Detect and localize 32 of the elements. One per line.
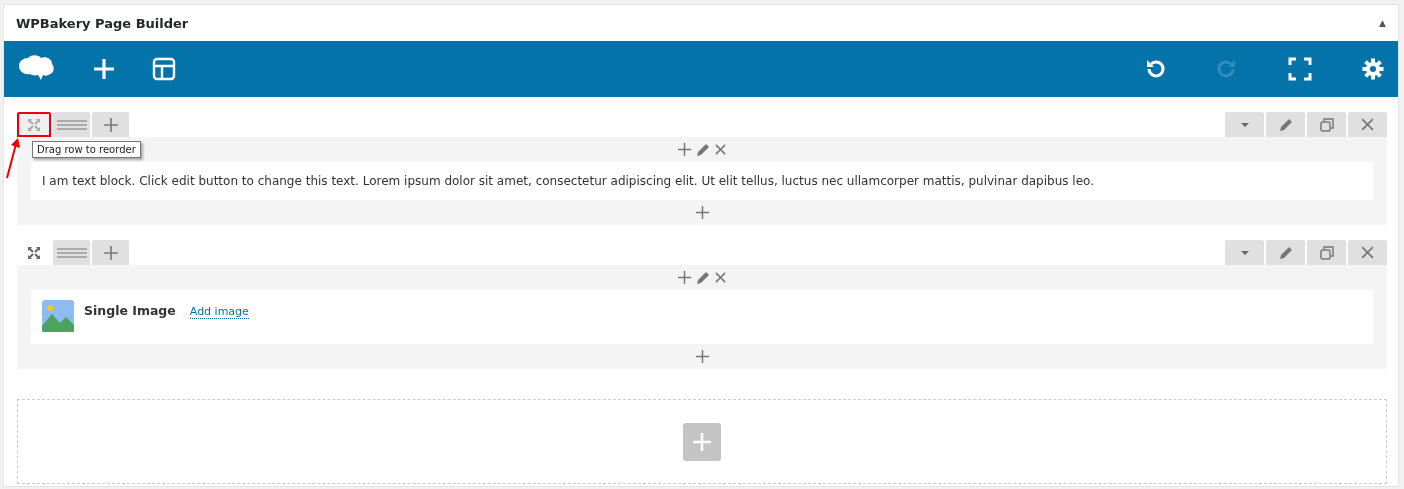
panel-title: WPBakery Page Builder xyxy=(16,15,189,31)
collapse-toggle[interactable]: ▲ xyxy=(1379,18,1386,28)
add-column-icon[interactable] xyxy=(102,244,119,261)
duplicate-icon[interactable] xyxy=(1319,245,1334,260)
close-icon[interactable] xyxy=(1360,245,1375,260)
duplicate-icon[interactable] xyxy=(1319,117,1334,132)
plus-icon[interactable] xyxy=(677,142,692,157)
text-block: I am text block. Click edit button to change this text. Lorem ipsum dolor sit amet, consectetur adipiscing elit. Ut elit tellus, luctus nec ullamcorper mattis, pulvinar dapibus leo. xyxy=(31,162,1373,200)
add-column-icon[interactable] xyxy=(102,116,119,133)
plus-icon[interactable] xyxy=(694,349,710,364)
pencil-icon[interactable] xyxy=(696,270,710,285)
plus-icon xyxy=(692,431,712,452)
fullscreen-icon[interactable] xyxy=(1288,57,1312,81)
close-icon[interactable] xyxy=(1360,117,1375,132)
plus-icon[interactable] xyxy=(677,270,692,285)
pencil-icon[interactable] xyxy=(1278,117,1293,132)
caret-icon[interactable] xyxy=(1240,250,1249,255)
caret-icon[interactable] xyxy=(1240,122,1249,127)
close-icon[interactable] xyxy=(714,143,727,156)
layout-icon[interactable] xyxy=(152,57,176,81)
element-title: Single Image xyxy=(84,303,176,318)
settings-icon[interactable] xyxy=(1362,58,1384,80)
drag-handle[interactable] xyxy=(17,112,51,137)
image-icon xyxy=(42,300,74,332)
close-icon[interactable] xyxy=(714,271,727,284)
undo-icon[interactable] xyxy=(1144,58,1166,80)
annotation-arrow xyxy=(4,138,20,180)
add-image-link[interactable]: Add image xyxy=(189,305,249,319)
pencil-icon[interactable] xyxy=(696,142,710,157)
plus-icon[interactable] xyxy=(694,205,710,220)
pencil-icon[interactable] xyxy=(1278,245,1293,260)
tooltip: Drag row to reorder xyxy=(32,141,141,158)
